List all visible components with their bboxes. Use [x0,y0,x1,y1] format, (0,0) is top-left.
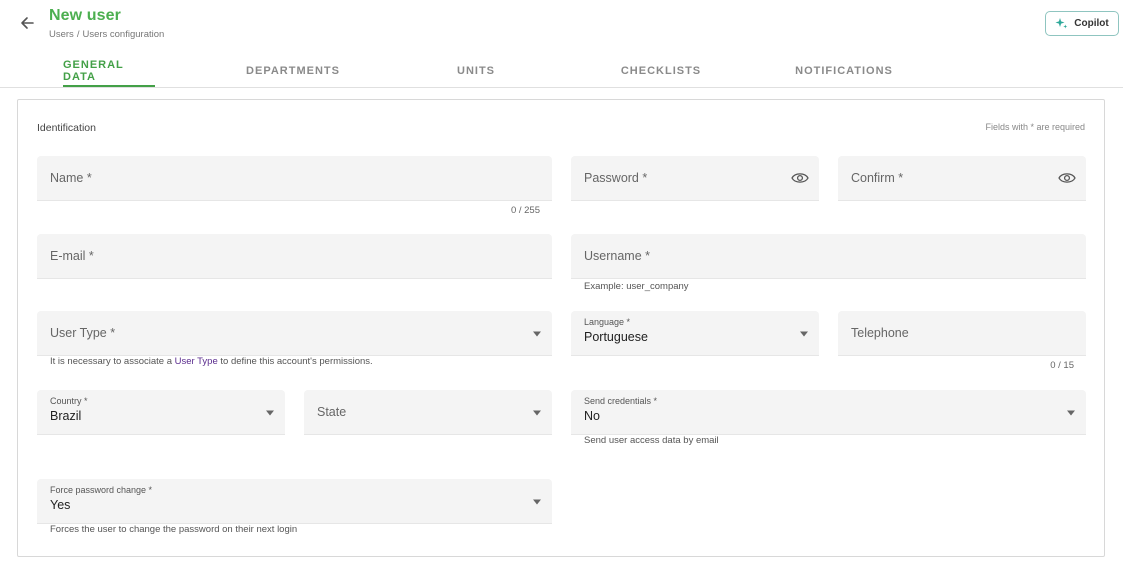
confirm-placeholder: Confirm * [851,171,904,185]
force-password-change-value: Yes [50,498,71,512]
tab-units[interactable]: UNITS [455,54,497,87]
telephone-field[interactable]: Telephone [838,311,1086,356]
username-field[interactable]: Username * [571,234,1086,279]
country-label: Country * [50,396,88,406]
breadcrumb: Users / Users configuration [49,29,164,40]
username-hint: Example: user_company [584,281,689,292]
copilot-label: Copilot [1074,18,1109,29]
caret-down-icon [533,410,541,416]
arrow-left-icon [21,17,34,29]
email-placeholder: E-mail * [50,249,94,263]
eye-icon[interactable] [791,172,809,184]
state-select[interactable]: State [304,390,552,435]
send-credentials-label: Send credentials * [584,396,658,406]
breadcrumb-separator: / [76,29,80,40]
caret-down-icon [1067,410,1075,416]
name-counter: 0 / 255 [510,205,540,216]
telephone-counter: 0 / 15 [1050,360,1074,371]
caret-down-icon [266,410,274,416]
user-type-hint-text-end: to define this account's permissions. [217,356,373,367]
breadcrumb-users-link[interactable]: Users [49,29,74,40]
caret-down-icon [533,331,541,337]
user-type-hint: It is necessary to associate a User Type… [50,356,373,367]
password-placeholder: Password * [584,171,648,185]
password-field[interactable]: Password * [571,156,819,201]
copilot-button[interactable]: Copilot [1045,11,1119,36]
tab-bar: GENERAL DATA DEPARTMENTS UNITS CHECKLIST… [0,54,1123,88]
breadcrumb-current: Users configuration [82,29,165,40]
tab-checklists[interactable]: CHECKLISTS [621,54,700,87]
user-type-placeholder: User Type * [50,326,116,340]
confirm-password-field[interactable]: Confirm * [838,156,1086,201]
name-field[interactable]: Name * [37,156,552,201]
tab-general-data[interactable]: GENERAL DATA [63,54,155,87]
force-password-change-label: Force password change * [50,485,153,495]
tab-notifications[interactable]: NOTIFICATIONS [795,54,892,87]
send-credentials-hint: Send user access data by email [584,435,719,446]
tab-departments[interactable]: DEPARTMENTS [246,54,339,87]
force-password-change-select[interactable]: Force password change * Yes [37,479,552,524]
caret-down-icon [800,331,808,337]
telephone-placeholder: Telephone [851,326,909,340]
sparkle-icon [1055,18,1068,29]
country-value: Brazil [50,409,82,423]
country-select[interactable]: Country * Brazil [37,390,285,435]
user-type-select[interactable]: User Type * [37,311,552,356]
section-title: Identification [37,122,96,134]
username-placeholder: Username * [584,249,650,263]
user-type-link[interactable]: User Type [175,356,218,367]
email-field[interactable]: E-mail * [37,234,552,279]
force-password-change-hint: Forces the user to change the password o… [50,524,298,535]
state-placeholder: State [317,405,347,419]
identification-card: Identification Fields with * are require… [17,99,1105,557]
name-placeholder: Name * [50,171,92,185]
send-credentials-select[interactable]: Send credentials * No [571,390,1086,435]
send-credentials-value: No [584,409,600,423]
eye-icon[interactable] [1058,172,1076,184]
caret-down-icon [533,499,541,505]
page-header: New user Users / Users configuration Cop… [0,0,1123,88]
page-title: New user [49,7,121,24]
required-note: Fields with * are required [985,122,1085,132]
back-button[interactable] [16,12,38,34]
language-value: Portuguese [584,330,648,344]
language-select[interactable]: Language * Portuguese [571,311,819,356]
user-type-hint-text: It is necessary to associate a [50,356,175,367]
language-label: Language * [584,317,631,327]
